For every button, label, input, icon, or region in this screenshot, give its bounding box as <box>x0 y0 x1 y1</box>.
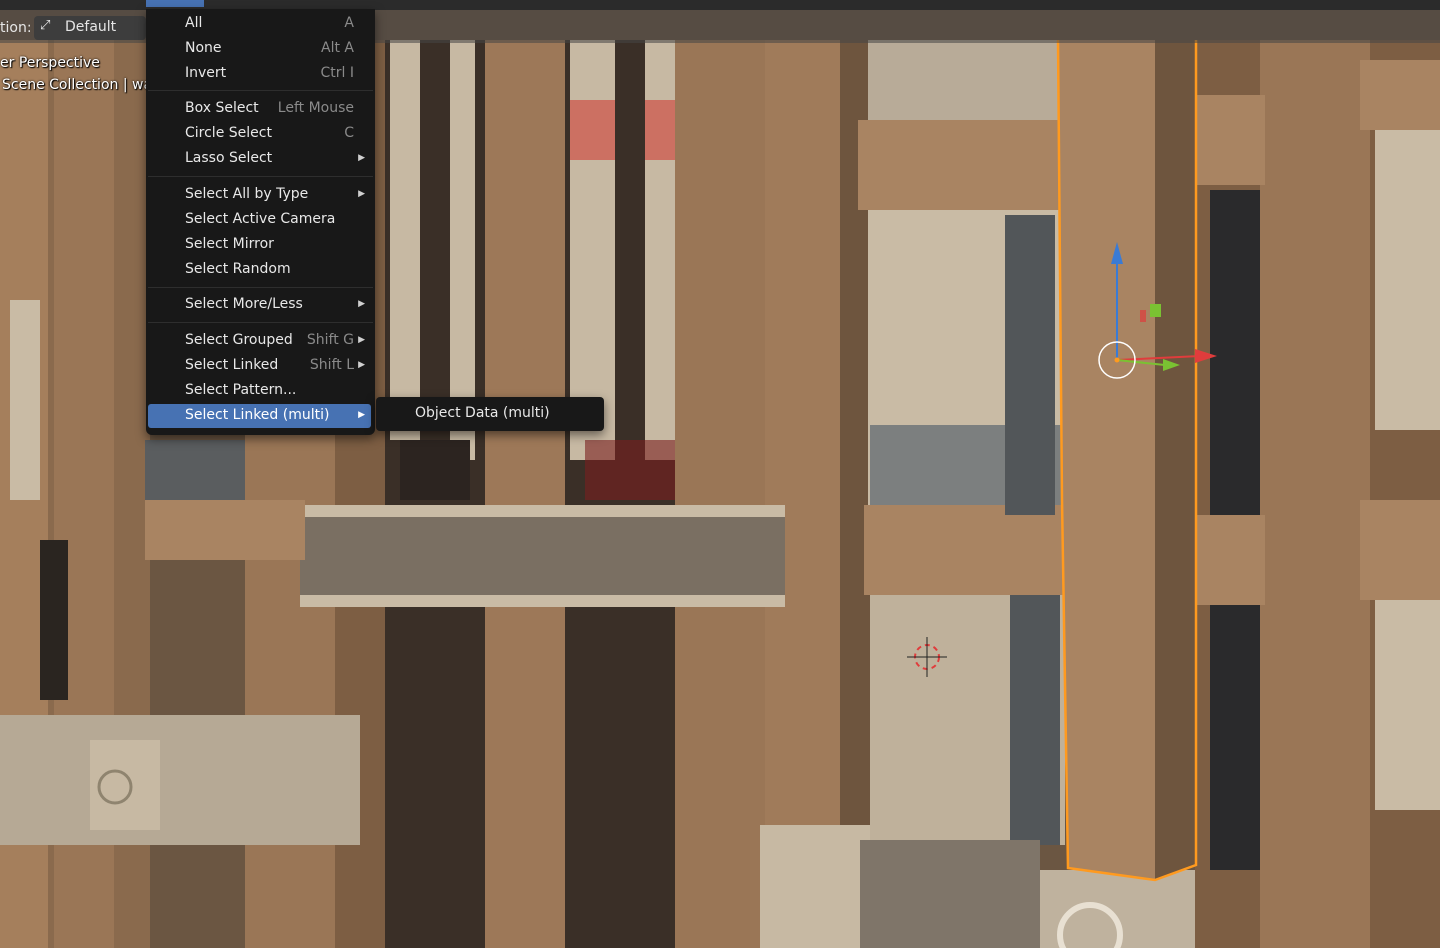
transform-orientation-icon: ⤢ <box>40 18 51 33</box>
menu-separator <box>148 90 373 91</box>
select-menu: All A None Alt A Invert Ctrl I Box Selec… <box>146 9 375 435</box>
select-menu-tab[interactable] <box>146 0 204 7</box>
submenu-item-object-data-multi[interactable]: Object Data (multi) <box>415 405 550 421</box>
submenu-arrow-icon: ▶ <box>358 335 365 345</box>
submenu-arrow-icon: ▶ <box>358 299 365 309</box>
menu-item-select-pattern[interactable]: Select Pattern... <box>148 379 371 403</box>
menu-item-select-more-less[interactable]: Select More/Less ▶ <box>148 293 371 317</box>
menu-item-select-active-camera[interactable]: Select Active Camera <box>148 208 371 232</box>
menu-separator <box>148 176 373 177</box>
menu-item-circle-select[interactable]: Circle Select C <box>148 122 371 146</box>
menu-item-select-linked-multi[interactable]: Select Linked (multi) ▶ <box>148 404 371 428</box>
submenu-arrow-icon: ▶ <box>358 189 365 199</box>
orientation-dropdown[interactable]: ⤢ Default <box>34 16 146 40</box>
submenu-arrow-icon: ▶ <box>358 153 365 163</box>
orientation-value: Default <box>65 19 117 35</box>
menu-item-select-random[interactable]: Select Random <box>148 258 371 282</box>
view-name-label: er Perspective <box>0 55 100 71</box>
menu-item-select-grouped[interactable]: Select Grouped Shift G ▶ <box>148 329 371 353</box>
menu-item-none[interactable]: None Alt A <box>148 37 371 61</box>
select-linked-multi-submenu: Object Data (multi) <box>376 397 604 431</box>
menu-item-select-all-by-type[interactable]: Select All by Type ▶ <box>148 183 371 207</box>
menu-item-all[interactable]: All A <box>148 12 371 36</box>
menu-item-box-select[interactable]: Box Select Left Mouse <box>148 97 371 121</box>
menu-item-invert[interactable]: Invert Ctrl I <box>148 62 371 86</box>
menu-item-select-linked[interactable]: Select Linked Shift L ▶ <box>148 354 371 378</box>
collection-label: Scene Collection | wal <box>2 77 156 93</box>
menu-separator <box>148 322 373 323</box>
submenu-arrow-icon: ▶ <box>358 360 365 370</box>
orientation-label: tion: <box>0 20 32 36</box>
menu-separator <box>148 287 373 288</box>
menu-item-select-mirror[interactable]: Select Mirror <box>148 233 371 257</box>
submenu-arrow-icon: ▶ <box>358 410 365 420</box>
menu-item-lasso-select[interactable]: Lasso Select ▶ <box>148 147 371 171</box>
